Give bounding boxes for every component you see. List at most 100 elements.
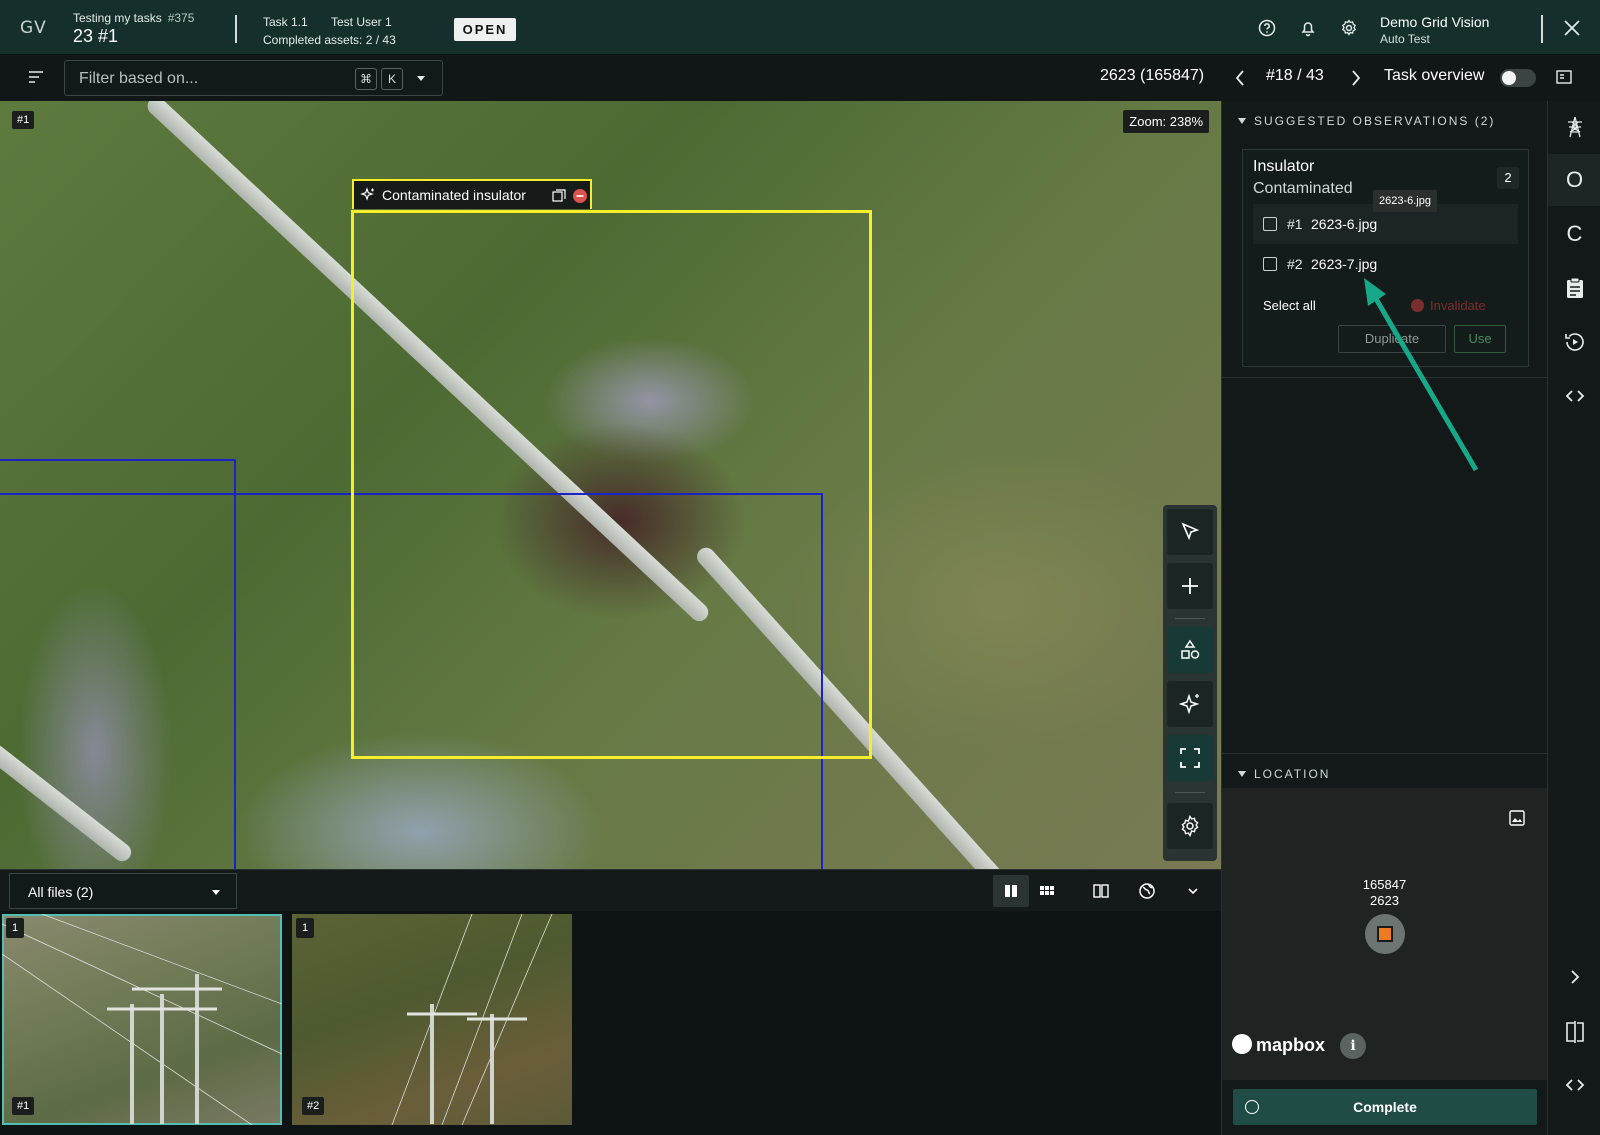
split-view-button[interactable] <box>1083 875 1119 907</box>
chevron-left-icon[interactable] <box>1234 69 1246 87</box>
thumbnail[interactable]: 1 #1 <box>2 914 282 1125</box>
info-button[interactable]: i <box>1340 1033 1366 1059</box>
tower-icon <box>1567 116 1582 138</box>
file-strip-bar: All files (2) <box>0 869 1221 911</box>
image-canvas[interactable]: #1 Zoom: 238% Contaminated insulator <box>0 101 1221 869</box>
assignee: Test User 1 <box>331 15 392 29</box>
chevron-down-icon[interactable] <box>417 76 425 82</box>
circle-icon <box>1245 1100 1259 1114</box>
canvas-settings-button[interactable] <box>1167 803 1213 849</box>
chevron-right-icon[interactable] <box>1350 69 1362 87</box>
row-index: #2 <box>1287 256 1303 272</box>
view-single-button[interactable] <box>993 875 1029 907</box>
gear-icon <box>1181 814 1199 838</box>
task-code: #375 <box>167 11 195 25</box>
caret-down-icon <box>1238 118 1246 124</box>
thumbnail[interactable]: 1 #2 <box>292 914 572 1125</box>
help-icon[interactable] <box>1257 18 1277 38</box>
org-name[interactable]: Demo Grid Vision <box>1380 14 1489 30</box>
add-tool-button[interactable] <box>1167 563 1213 609</box>
map-pin-sub: 2623 <box>1370 893 1399 908</box>
duplicate-button[interactable]: Duplicate <box>1338 325 1446 353</box>
location-title: LOCATION <box>1254 767 1331 781</box>
tool-divider <box>1175 618 1205 619</box>
app-logo[interactable]: GV <box>20 18 47 38</box>
task-number: 23 #1 <box>73 26 119 46</box>
fit-screen-tool-button[interactable] <box>1167 735 1213 781</box>
invalidate-button[interactable]: Invalidate <box>1411 298 1486 313</box>
thumbnail-image <box>391 914 553 1125</box>
header-divider <box>1541 15 1543 43</box>
rail-expand-button[interactable] <box>1548 951 1600 1003</box>
rail-clipboard-button[interactable] <box>1548 262 1600 314</box>
task-overview-toggle[interactable] <box>1500 69 1536 87</box>
filter-placeholder: Filter based on... <box>79 70 199 87</box>
observation-count: 2 <box>1497 167 1519 189</box>
annotation-box-selected[interactable] <box>351 210 872 759</box>
map-pin[interactable] <box>1365 914 1405 954</box>
rail-history-button[interactable] <box>1548 316 1600 368</box>
image-icon[interactable] <box>1509 810 1525 826</box>
bell-icon[interactable] <box>1298 18 1318 38</box>
rail-observations-button[interactable]: O <box>1548 154 1600 206</box>
rail-tower-button[interactable] <box>1548 101 1600 153</box>
clipboard-icon <box>1566 277 1583 298</box>
row-checkbox[interactable] <box>1263 257 1277 271</box>
globe-icon <box>1139 883 1155 899</box>
suggested-observations-header[interactable]: SUGGESTED OBSERVATIONS (2) <box>1238 114 1495 128</box>
thumbnail-image <box>2 914 282 1125</box>
task-title-text: Testing my tasks <box>73 11 162 25</box>
plus-icon <box>1182 578 1198 594</box>
rail-comments-button[interactable]: C <box>1548 208 1600 260</box>
observation-row[interactable]: #2 2623-7.jpg <box>1253 244 1518 284</box>
suggested-observations-title: SUGGESTED OBSERVATIONS (2) <box>1254 114 1496 128</box>
mapbox-icon <box>1232 1034 1252 1054</box>
caret-down-icon <box>1238 771 1246 777</box>
close-icon[interactable] <box>1562 18 1582 38</box>
panel-icon[interactable] <box>1556 70 1572 84</box>
rail-split-button[interactable] <box>1548 1006 1600 1058</box>
annotation-label[interactable]: Contaminated insulator <box>352 179 592 209</box>
gear-icon[interactable] <box>1339 18 1359 38</box>
code-icon <box>1565 1079 1584 1091</box>
thumbnail-strip: 1 #1 1 #2 <box>0 911 1221 1135</box>
shapes-tool-button[interactable] <box>1167 627 1213 673</box>
expand-strip-button[interactable] <box>1175 875 1211 907</box>
location-map[interactable]: 165847 2623 mapbox i <box>1222 788 1547 1080</box>
row-checkbox[interactable] <box>1263 217 1277 231</box>
sort-icon[interactable] <box>28 70 44 84</box>
shortcut-cmd: ⌘ <box>355 68 377 90</box>
thumbnail-number: #1 <box>12 1097 35 1115</box>
row-filename: 2623-7.jpg <box>1311 256 1378 272</box>
thumbnail-tag: 1 <box>296 918 315 938</box>
remove-icon[interactable] <box>572 188 588 204</box>
canvas-toolbox <box>1163 505 1217 861</box>
use-button[interactable]: Use <box>1454 325 1506 353</box>
shapes-icon <box>1181 639 1200 659</box>
complete-button[interactable]: Complete <box>1233 1089 1537 1125</box>
header-divider <box>235 15 237 43</box>
rail-code-button[interactable] <box>1548 370 1600 422</box>
toggle-knob <box>1502 71 1516 85</box>
thumbnail-number: #2 <box>302 1097 325 1115</box>
ai-suggest-tool-button[interactable] <box>1167 681 1213 727</box>
select-tool-button[interactable] <box>1167 509 1213 555</box>
zoom-level: Zoom: 238% <box>1123 110 1209 133</box>
grid-icon <box>1040 886 1054 895</box>
status-badge: OPEN <box>454 18 516 41</box>
view-grid-button[interactable] <box>1029 875 1065 907</box>
select-all-button[interactable]: Select all <box>1263 298 1316 313</box>
duplicate-icon[interactable] <box>552 189 566 203</box>
filename-tooltip: 2623-6.jpg <box>1373 190 1437 212</box>
location-header[interactable]: LOCATION <box>1238 767 1330 781</box>
globe-button[interactable] <box>1129 875 1165 907</box>
task-overview-label: Task overview <box>1384 67 1485 84</box>
tool-divider <box>1175 792 1205 793</box>
divider <box>1222 377 1547 378</box>
rail-code-bottom-button[interactable] <box>1548 1059 1600 1111</box>
chevron-down-icon <box>212 890 220 895</box>
filter-input[interactable]: Filter based on... ⌘ K <box>64 60 443 96</box>
file-filter-select[interactable]: All files (2) <box>9 873 237 909</box>
duplicate-label: Duplicate <box>1364 331 1420 346</box>
row-index: #1 <box>1287 216 1303 232</box>
